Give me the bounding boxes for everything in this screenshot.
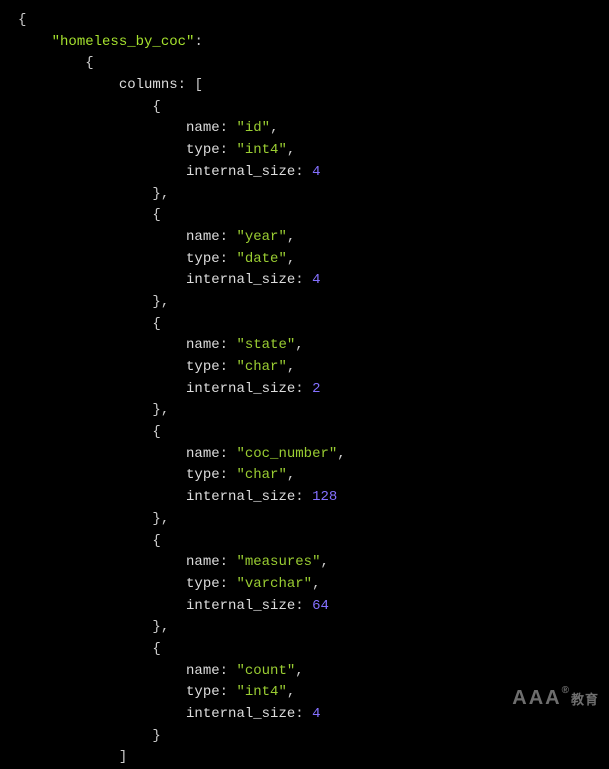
watermark-logo: AAA®教育 (512, 683, 599, 714)
watermark-brand: AAA (512, 687, 561, 709)
code-block: { "homeless_by_coc": { columns: [ { name… (18, 10, 591, 769)
watermark-suffix: 教育 (571, 692, 599, 707)
